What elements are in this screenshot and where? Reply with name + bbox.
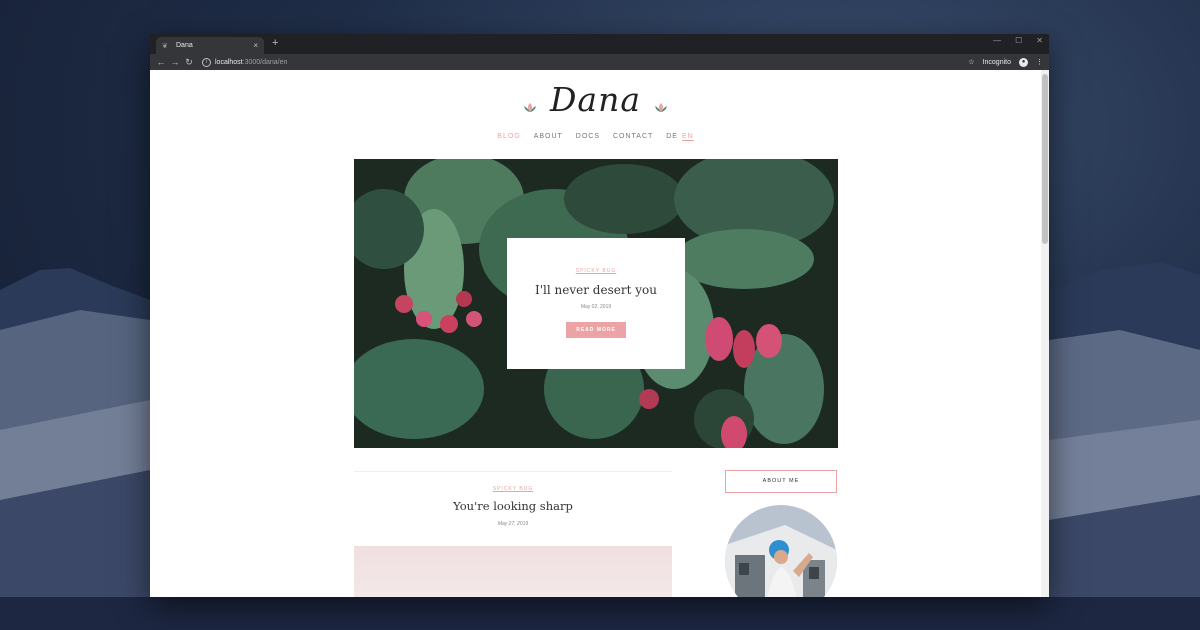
tab-title: Dana (176, 42, 193, 49)
close-window-icon[interactable]: ✕ (1036, 36, 1043, 45)
tab-bar: ❦ Dana × + — ☐ ✕ (150, 34, 1049, 54)
incognito-icon[interactable]: ● (1019, 57, 1028, 67)
about-me-heading: ABOUT ME (725, 470, 837, 493)
browser-window: ❦ Dana × + — ☐ ✕ ← → ↻ i localhost:3000/… (150, 34, 1049, 597)
maximize-icon[interactable]: ☐ (1015, 36, 1022, 45)
flower-left-icon (523, 102, 536, 112)
page-scrollbar[interactable] (1041, 70, 1049, 597)
close-tab-icon[interactable]: × (253, 41, 258, 50)
post-image[interactable] (354, 546, 672, 597)
featured-post-card: SPICKY BUG I'll never desert you May 02,… (507, 238, 685, 369)
post-date: May 27, 2019 (497, 521, 529, 527)
nav-contact[interactable]: CONTACT (613, 133, 653, 140)
address-bar[interactable]: i localhost:3000/dana/en (202, 57, 288, 67)
lang-en[interactable]: EN (681, 133, 694, 141)
featured-hero: SPICKY BUG I'll never desert you May 02,… (354, 159, 838, 448)
post-category[interactable]: SPICKY BUG (354, 486, 672, 492)
minimize-icon[interactable]: — (993, 36, 1001, 45)
url-path: :3000/dana/en (242, 58, 288, 66)
browser-toolbar: ← → ↻ i localhost:3000/dana/en ☆ Incogni… (150, 54, 1049, 70)
site-logo[interactable]: Dana (150, 80, 1041, 119)
flower-right-icon (655, 102, 668, 112)
browser-tab[interactable]: ❦ Dana × (156, 37, 264, 54)
window-controls: — ☐ ✕ (993, 36, 1043, 45)
main-nav: BLOG ABOUT DOCS CONTACT DE EN (150, 133, 1041, 141)
logo-text: Dana (549, 80, 642, 119)
featured-category[interactable]: SPICKY BUG (507, 268, 685, 274)
post-summary: SPICKY BUG You're looking sharp May 27, … (354, 486, 672, 527)
author-avatar (725, 505, 837, 597)
divider (354, 471, 672, 472)
read-more-button[interactable]: READ MORE (566, 322, 626, 338)
nav-about[interactable]: ABOUT (534, 133, 563, 140)
forward-icon[interactable]: → (168, 57, 182, 67)
nav-docs[interactable]: DOCS (576, 133, 600, 140)
favicon-icon: ❦ (162, 42, 168, 50)
new-tab-button[interactable]: + (272, 37, 278, 49)
nav-blog[interactable]: BLOG (497, 133, 520, 140)
url-host: localhost (215, 58, 243, 66)
back-icon[interactable]: ← (154, 57, 168, 67)
page-viewport: Dana BLOG ABOUT DOCS CONTACT DE EN SPICK… (150, 70, 1049, 597)
featured-title[interactable]: I'll never desert you (507, 283, 685, 297)
post-title[interactable]: You're looking sharp (354, 499, 672, 513)
scrollbar-thumb[interactable] (1042, 74, 1048, 244)
lang-de[interactable]: DE (666, 133, 678, 140)
featured-date: May 02, 2019 (580, 304, 612, 310)
site-info-icon[interactable]: i (202, 57, 211, 67)
menu-kebab-icon[interactable]: ⋮ (1036, 58, 1043, 66)
incognito-label: Incognito (982, 58, 1011, 66)
reload-icon[interactable]: ↻ (182, 57, 196, 68)
bookmark-star-icon[interactable]: ☆ (968, 58, 974, 66)
